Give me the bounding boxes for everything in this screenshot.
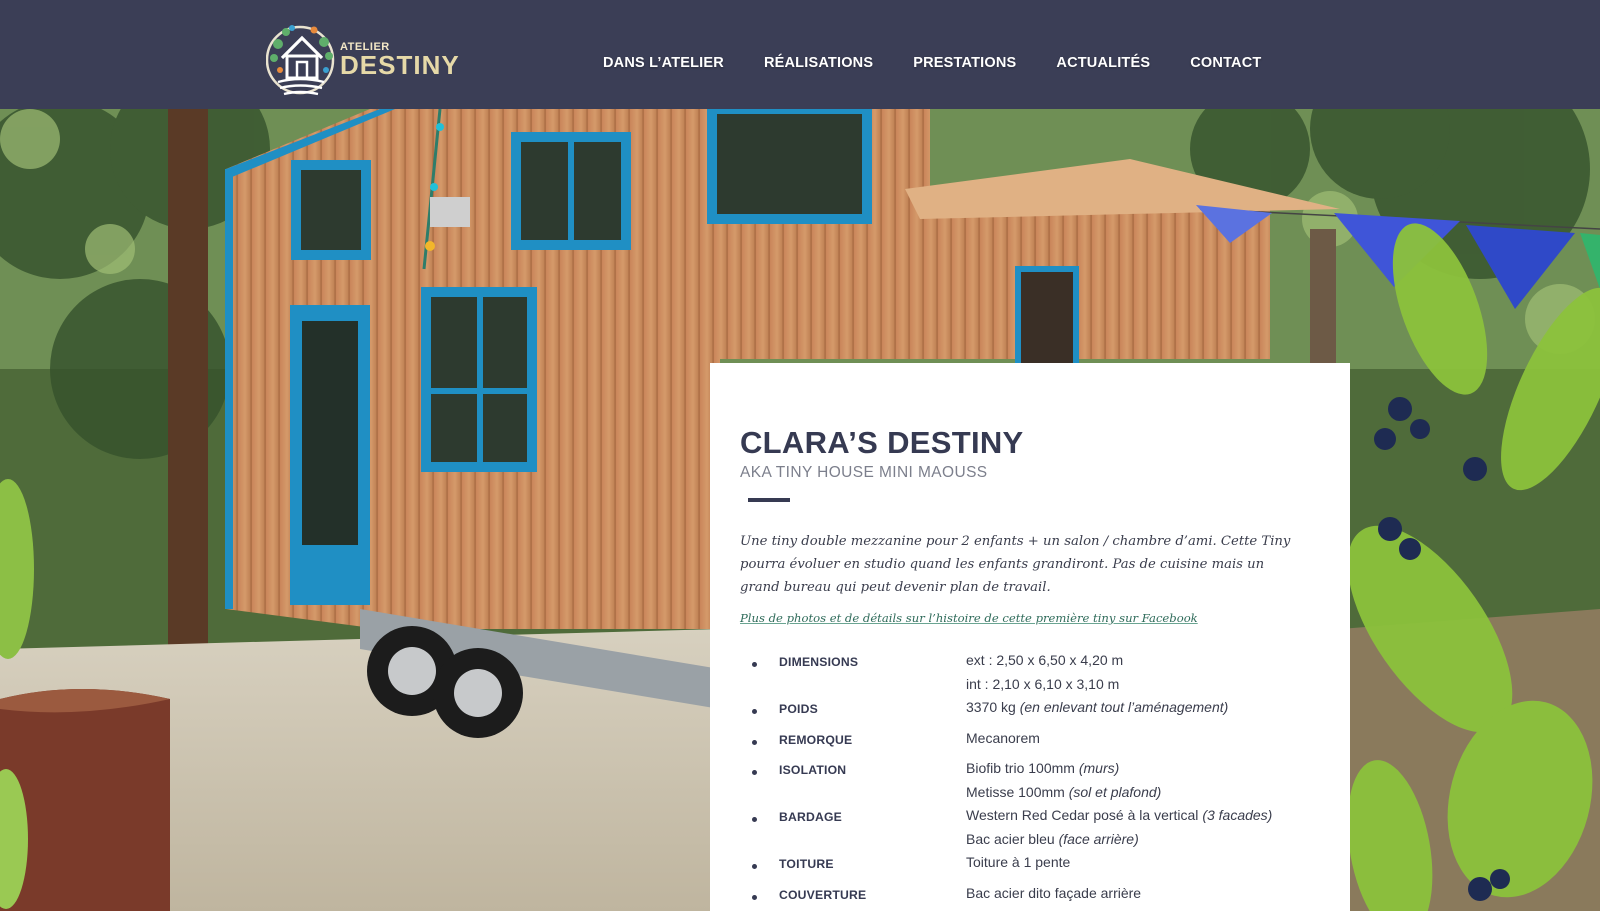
- bullet-icon: [752, 864, 757, 869]
- bullet-icon: [752, 770, 757, 775]
- spec-label: REMORQUE: [779, 732, 853, 747]
- main-nav: DANS L’ATELIER RÉALISATIONS PRESTATIONS …: [603, 55, 1301, 71]
- bullet-icon: [752, 662, 757, 667]
- bullet-icon: [752, 894, 757, 900]
- spec-label: COUVERTURE: [779, 887, 867, 902]
- site-header: ATELIER DESTINY DANS L’ATELIER RÉALISATI…: [0, 0, 1600, 109]
- spec-value: Toiture à 1 pente: [966, 854, 1071, 870]
- logo-word-destiny: DESTINY: [340, 50, 460, 80]
- spec-note: (sol et plafond): [1068, 783, 1162, 800]
- spec-note: (face arrière): [1058, 830, 1139, 847]
- spec-note: (murs): [1078, 760, 1120, 776]
- nav-actualites[interactable]: ACTUALITÉS: [1056, 55, 1150, 71]
- bullet-icon: [752, 817, 757, 822]
- spec-value: Western Red Cedar posé à la vertical (3 …: [966, 807, 1273, 823]
- spec-value: 3370 kg (en enlevant tout l’aménagement): [966, 699, 1229, 715]
- spec-label: DIMENSIONS: [779, 655, 859, 669]
- spec-value: Mecanorem: [966, 729, 1040, 746]
- project-card: CLARA’S DESTINY AKA TINY HOUSE MINI MAOU…: [710, 363, 1350, 911]
- bullet-icon: [752, 739, 757, 745]
- spec-label: POIDS: [779, 702, 818, 716]
- nav-contact[interactable]: CONTACT: [1190, 55, 1261, 71]
- spec-list: DIMENSIONS ext : 2,50 x 6,50 x 4,20 m int …: [710, 363, 1350, 911]
- site-logo[interactable]: ATELIER DESTINY: [266, 20, 459, 98]
- house-logo-icon: [266, 25, 335, 96]
- nav-prestations[interactable]: PRESTATIONS: [913, 55, 1016, 71]
- spec-value: Bac acier dito façade arrière: [966, 884, 1142, 901]
- spec-value: int : 2,10 x 6,10 x 3,10 m: [966, 675, 1120, 692]
- spec-note: (3 facades): [1202, 807, 1273, 823]
- spec-label: ISOLATION: [779, 763, 847, 777]
- spec-value: Metisse 100mm (sol et plafond): [966, 783, 1162, 800]
- spec-value: ext : 2,50 x 6,50 x 4,20 m: [966, 652, 1124, 668]
- spec-value: Bac acier bleu (face arrière): [966, 830, 1139, 847]
- spec-value: Biofib trio 100mm (murs): [966, 760, 1120, 776]
- bullet-icon: [752, 709, 757, 714]
- spec-note: (en enlevant tout l’aménagement): [1019, 699, 1229, 715]
- spec-label: BARDAGE: [779, 810, 843, 824]
- nav-dans-atelier[interactable]: DANS L’ATELIER: [603, 55, 724, 71]
- spec-label: TOITURE: [779, 857, 834, 871]
- nav-realisations[interactable]: RÉALISATIONS: [764, 55, 873, 71]
